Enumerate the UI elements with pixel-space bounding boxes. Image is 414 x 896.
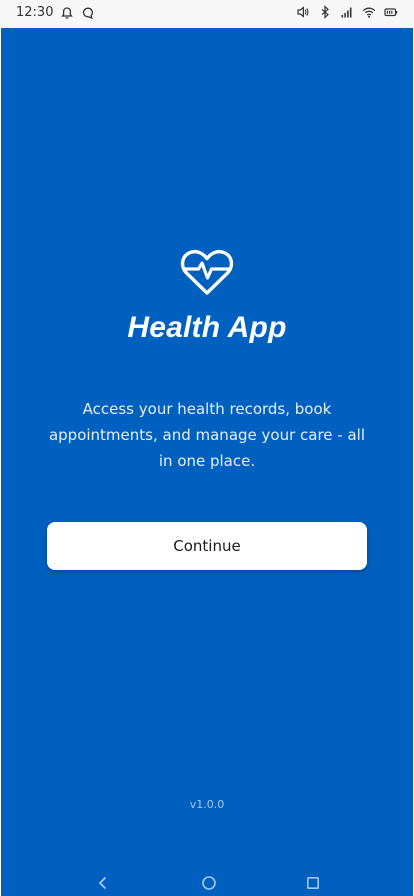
bluetooth-icon bbox=[318, 5, 332, 19]
status-right bbox=[296, 5, 398, 19]
signal-icon bbox=[340, 5, 354, 19]
navigation-bar bbox=[0, 868, 414, 896]
status-left: 12:30 bbox=[16, 5, 95, 20]
tagline-text: Access your health records, book appoint… bbox=[48, 400, 366, 470]
back-icon[interactable] bbox=[94, 874, 112, 892]
app-title: Health App bbox=[127, 311, 287, 344]
continue-button[interactable]: Continue bbox=[47, 522, 367, 570]
recents-icon[interactable] bbox=[304, 874, 322, 892]
wifi-icon bbox=[362, 5, 376, 19]
volume-icon bbox=[296, 5, 310, 19]
heart-pulse-icon bbox=[179, 248, 235, 298]
status-bar: 12:30 bbox=[0, 0, 414, 28]
chat-bubble-icon bbox=[81, 6, 95, 20]
home-icon[interactable] bbox=[200, 874, 218, 892]
version-label: v1.0.0 bbox=[189, 798, 225, 811]
status-time: 12:30 bbox=[16, 5, 54, 20]
battery-icon bbox=[384, 5, 398, 19]
bell-icon bbox=[60, 6, 74, 20]
